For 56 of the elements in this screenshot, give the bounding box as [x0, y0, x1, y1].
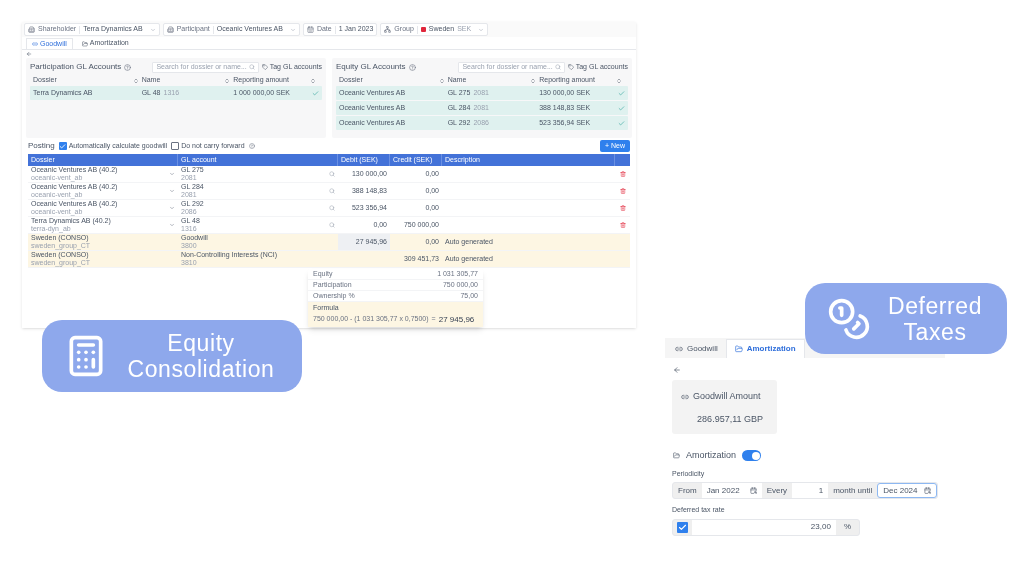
posting-title: Posting	[28, 140, 55, 152]
delete-icon[interactable]	[619, 205, 626, 211]
back-arrow-icon	[673, 366, 681, 374]
chevron-down-icon	[169, 188, 175, 194]
building-icon	[28, 26, 35, 33]
sort-icon	[438, 77, 445, 84]
tab[interactable]: Amortization	[725, 339, 805, 358]
amortization-label: Amortization	[686, 449, 737, 462]
folder-icon	[734, 345, 743, 353]
formula-result: 27 945,96	[438, 313, 475, 326]
tag-icon	[567, 64, 574, 70]
sort-icon	[616, 77, 622, 84]
hierarchy-icon	[384, 26, 392, 33]
search-icon	[248, 64, 255, 70]
chevron-down-icon	[289, 26, 296, 33]
delete-icon[interactable]	[619, 171, 626, 177]
tag-icon	[261, 64, 268, 70]
help-icon	[124, 63, 132, 71]
sort-icon	[224, 77, 231, 84]
search-icon	[329, 171, 335, 177]
calendar-icon	[306, 26, 314, 33]
checkbox[interactable]	[171, 142, 180, 150]
goodwill-amount: 286.957,11 GBP	[696, 412, 764, 426]
coins-icon	[827, 296, 871, 341]
search-icon	[329, 188, 335, 194]
tab[interactable]: Goodwill	[667, 339, 726, 358]
back-arrow-icon	[26, 51, 32, 57]
folder-icon	[673, 452, 680, 460]
building-icon	[166, 26, 174, 33]
sort-icon	[310, 77, 316, 84]
panel-title: Equity GL Accounts	[336, 61, 406, 73]
folder-icon	[81, 40, 88, 47]
sort-icon	[132, 77, 139, 84]
checkbox[interactable]	[58, 142, 67, 150]
chevron-down-icon	[478, 26, 485, 33]
sort-icon	[530, 77, 537, 84]
search-icon	[329, 205, 335, 211]
search-icon	[329, 222, 335, 228]
delete-icon[interactable]	[619, 188, 626, 194]
chevron-down-icon	[169, 171, 175, 177]
chevron-down-icon	[149, 26, 156, 33]
check-icon	[59, 142, 67, 150]
chevron-down-icon	[169, 205, 175, 211]
delete-icon[interactable]	[619, 222, 626, 228]
panel-title: Participation GL Accounts	[30, 61, 122, 73]
link-icon	[32, 41, 38, 47]
search-icon	[554, 64, 561, 70]
link-icon	[675, 344, 683, 353]
link-icon	[681, 392, 689, 401]
toggle-switch[interactable]	[742, 450, 762, 462]
badge-title: Deferred Taxes	[886, 292, 984, 345]
help-icon	[408, 63, 416, 71]
badge-title: Equity Consolidation	[126, 330, 276, 382]
chevron-down-icon	[169, 222, 175, 228]
card-title: Goodwill Amount	[693, 390, 761, 403]
help-icon	[248, 143, 255, 149]
